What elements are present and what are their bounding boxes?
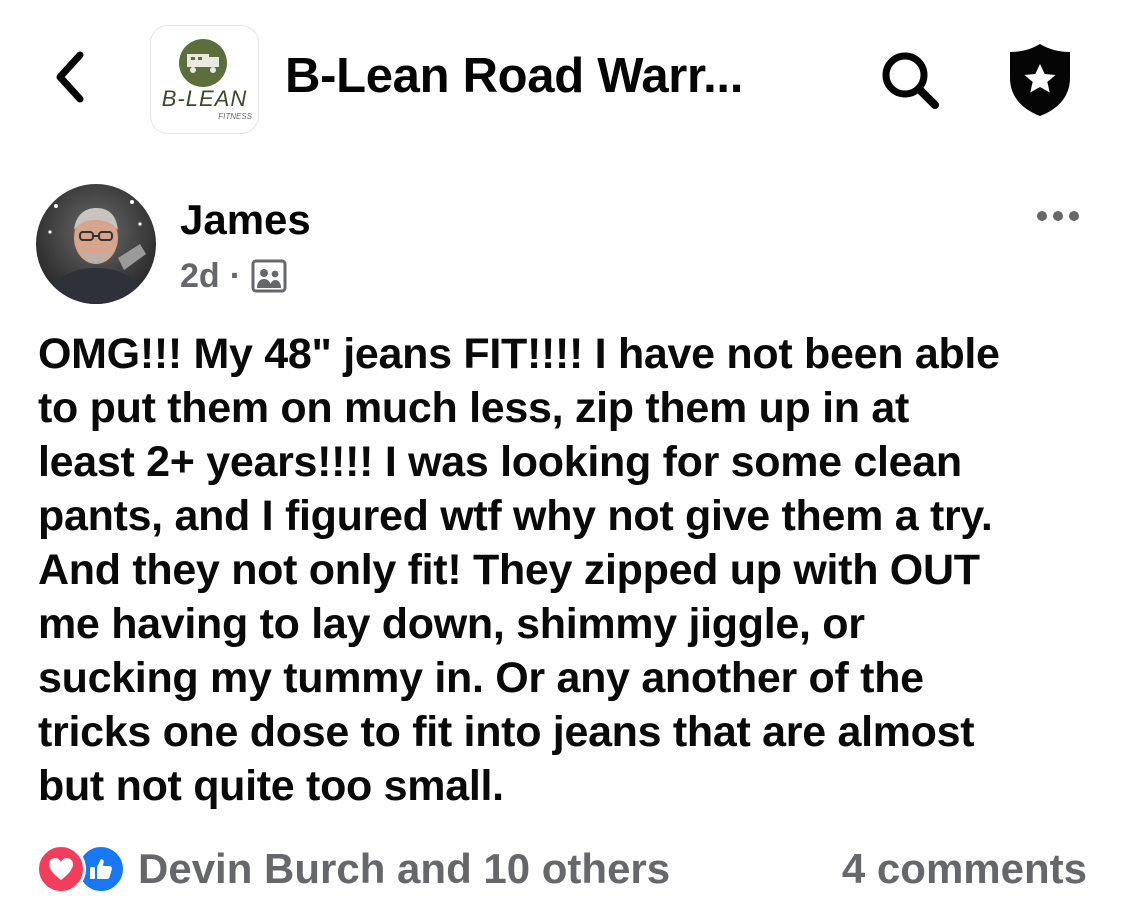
more-dot-icon: [1053, 211, 1063, 221]
comments-count[interactable]: 4 comments: [842, 843, 1087, 895]
post-text-line: pants, and I figured wtf why not give th…: [38, 492, 993, 540]
post-body-text: OMG!!! My 48" jeans FIT!!!! I have not b…: [38, 327, 1113, 813]
author-avatar[interactable]: [36, 184, 156, 304]
post-text-line: least 2+ years!!!! I was looking for som…: [38, 438, 962, 486]
admin-shield-star-icon: [1010, 44, 1070, 116]
back-button[interactable]: [40, 42, 100, 112]
post-text-line: sucking my tummy in. Or any another of t…: [38, 654, 924, 702]
reactions-summary[interactable]: Devin Burch and 10 others: [36, 843, 670, 895]
post-timestamp[interactable]: 2d: [180, 257, 220, 296]
more-dot-icon: [1037, 211, 1047, 221]
reactions-text: Devin Burch and 10 others: [138, 845, 671, 892]
search-icon: [882, 52, 939, 109]
logo-subtext: FITNESS: [218, 112, 252, 121]
admin-tools-button[interactable]: [1000, 40, 1080, 120]
post-text-line: but not quite too small.: [38, 762, 504, 810]
back-arrow-icon: [56, 51, 84, 103]
search-button[interactable]: [872, 42, 948, 118]
post-text-line: me having to lay down, shimmy jiggle, or: [38, 600, 865, 648]
author-name[interactable]: James: [180, 196, 311, 244]
love-reaction-icon: [36, 844, 86, 894]
post-text-line: OMG!!! My 48" jeans FIT!!!! I have not b…: [38, 330, 1000, 378]
post-text-line: And they not only fit! They zipped up wi…: [38, 546, 980, 594]
group-audience-icon: [251, 259, 287, 293]
truck-logo-icon: [179, 39, 227, 87]
post-more-options-button[interactable]: [1028, 196, 1088, 236]
group-title[interactable]: B-Lean Road Warr...: [285, 48, 743, 104]
post-text-line: to put them on much less, zip them up in…: [38, 384, 910, 432]
more-dot-icon: [1069, 211, 1079, 221]
meta-separator: ·: [229, 256, 242, 295]
post-meta: 2d ·: [180, 256, 287, 296]
avatar-photo: [36, 184, 156, 304]
group-logo[interactable]: B-LEAN FITNESS: [150, 25, 259, 134]
post-text-line: tricks one dose to fit into jeans that a…: [38, 708, 975, 756]
logo-text: B-LEAN: [161, 86, 248, 111]
group-header: B-LEAN FITNESS B-Lean Road Warr...: [0, 0, 1125, 160]
